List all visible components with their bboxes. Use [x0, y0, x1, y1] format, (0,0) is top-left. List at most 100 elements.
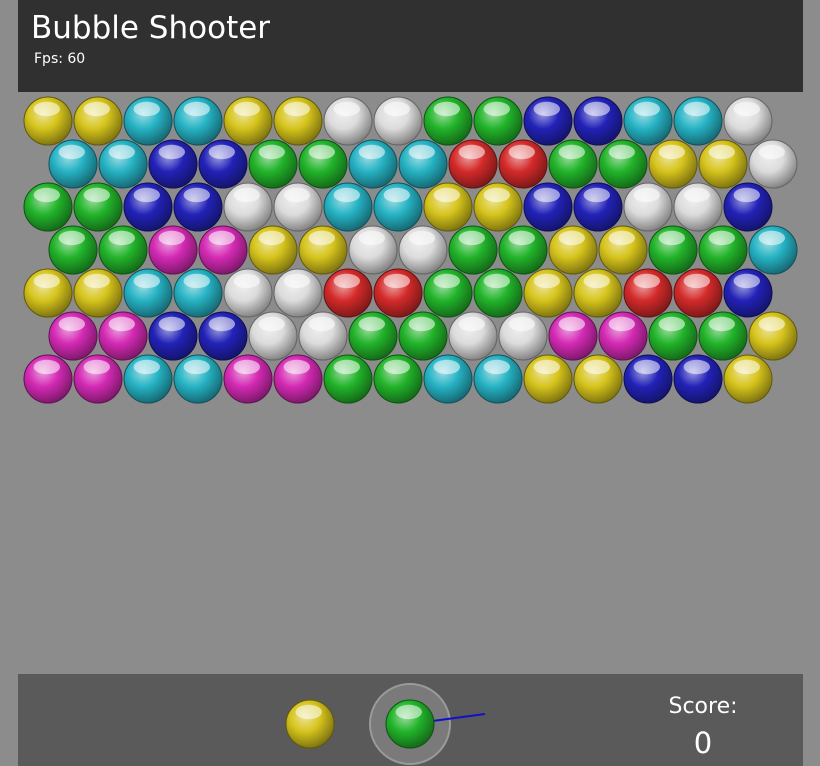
bubble-yellow: [573, 354, 623, 404]
bubble-blue: [623, 354, 673, 404]
bubble-blue: [523, 96, 573, 146]
bubble-blue: [523, 182, 573, 232]
bubble-cyan: [173, 268, 223, 318]
bubble-white: [673, 182, 723, 232]
bubble-white: [273, 182, 323, 232]
bubble-white: [223, 268, 273, 318]
bubble-yellow: [423, 182, 473, 232]
bubble-cyan: [173, 354, 223, 404]
bubble-blue: [173, 182, 223, 232]
bubble-blue: [123, 182, 173, 232]
bubble-green: [473, 96, 523, 146]
bubble-red: [448, 139, 498, 189]
bubble-white: [373, 96, 423, 146]
bubble-red: [323, 268, 373, 318]
bubble-yellow: [598, 225, 648, 275]
score-value: 0: [693, 726, 713, 760]
bubble-blue: [198, 311, 248, 361]
bubble-green: [548, 139, 598, 189]
bubble-cyan: [98, 139, 148, 189]
bubble-blue: [723, 182, 773, 232]
bubble-grid: [23, 96, 798, 404]
bubble-blue: [673, 354, 723, 404]
bubble-cyan: [673, 96, 723, 146]
bubble-cyan: [123, 268, 173, 318]
bubble-cyan: [623, 96, 673, 146]
bubble-green: [448, 225, 498, 275]
current-bubble: [385, 699, 435, 749]
bubble-white: [298, 311, 348, 361]
next-bubble: [285, 699, 335, 749]
bubble-green: [23, 182, 73, 232]
bubble-blue: [573, 96, 623, 146]
bubble-cyan: [123, 96, 173, 146]
bubble-green: [423, 268, 473, 318]
bubble-blue: [148, 311, 198, 361]
bubble-yellow: [273, 96, 323, 146]
bubble-green: [248, 139, 298, 189]
fps-counter: Fps: 60: [34, 51, 86, 67]
bubble-cyan: [348, 139, 398, 189]
bubble-green: [73, 182, 123, 232]
bubble-yellow: [523, 354, 573, 404]
shooter-panel: Score: 0: [18, 674, 803, 766]
bubble-blue: [573, 182, 623, 232]
game-title: Bubble Shooter: [31, 10, 271, 46]
bubble-red: [373, 268, 423, 318]
bubble-cyan: [48, 139, 98, 189]
bubble-green: [698, 225, 748, 275]
bubble-yellow: [698, 139, 748, 189]
bubble-magenta: [98, 311, 148, 361]
bubble-blue: [198, 139, 248, 189]
bubble-yellow: [73, 268, 123, 318]
bubble-yellow: [23, 268, 73, 318]
bubble-magenta: [73, 354, 123, 404]
bubble-green: [648, 225, 698, 275]
bubble-magenta: [48, 311, 98, 361]
bubble-green: [298, 139, 348, 189]
bubble-white: [498, 311, 548, 361]
bubble-cyan: [373, 182, 423, 232]
bubble-yellow: [748, 311, 798, 361]
bubble-white: [748, 139, 798, 189]
bubble-red: [498, 139, 548, 189]
bubble-magenta: [273, 354, 323, 404]
bubble-yellow: [548, 225, 598, 275]
bubble-green: [698, 311, 748, 361]
header-bar: Bubble Shooter Fps: 60: [18, 0, 803, 92]
bubble-cyan: [748, 225, 798, 275]
bubble-white: [623, 182, 673, 232]
bubble-green: [373, 354, 423, 404]
bubble-yellow: [523, 268, 573, 318]
playfield[interactable]: [18, 92, 803, 674]
bubble-green: [48, 225, 98, 275]
bubble-magenta: [598, 311, 648, 361]
bubble-blue: [148, 139, 198, 189]
game-frame: Bubble Shooter Fps: 60 Score: 0: [18, 0, 803, 766]
bubble-yellow: [573, 268, 623, 318]
bubble-white: [223, 182, 273, 232]
bubble-green: [598, 139, 648, 189]
bubble-blue: [723, 268, 773, 318]
bubble-green: [398, 311, 448, 361]
bubble-cyan: [473, 354, 523, 404]
bubble-yellow: [248, 225, 298, 275]
bubble-cyan: [123, 354, 173, 404]
bubble-yellow: [723, 354, 773, 404]
bubble-white: [348, 225, 398, 275]
bubble-green: [473, 268, 523, 318]
bubble-green: [423, 96, 473, 146]
bubble-cyan: [323, 182, 373, 232]
bubble-red: [623, 268, 673, 318]
bubble-yellow: [298, 225, 348, 275]
score-label: Score:: [668, 694, 738, 719]
bubble-magenta: [23, 354, 73, 404]
bubble-green: [98, 225, 148, 275]
bubble-yellow: [23, 96, 73, 146]
bubble-cyan: [398, 139, 448, 189]
bubble-magenta: [548, 311, 598, 361]
bubble-green: [348, 311, 398, 361]
bubble-magenta: [198, 225, 248, 275]
bubble-white: [448, 311, 498, 361]
bubble-magenta: [148, 225, 198, 275]
